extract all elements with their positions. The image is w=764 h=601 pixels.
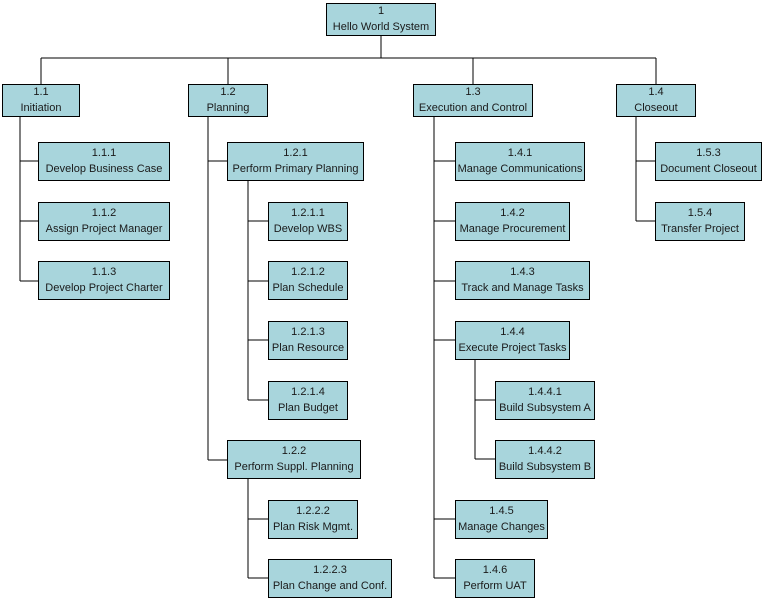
wbs-node-1-1-2[interactable]: 1.1.2 Assign Project Manager bbox=[38, 202, 170, 241]
wbs-node-id: 1 bbox=[377, 4, 385, 17]
wbs-node-1-1-1[interactable]: 1.1.1 Develop Business Case bbox=[38, 142, 170, 181]
wbs-node-label: Planning bbox=[206, 101, 250, 114]
wbs-node-label: Perform Suppl. Planning bbox=[234, 460, 354, 473]
wbs-diagram: 1 Hello World System 1.1 Initiation 1.2 Plann… bbox=[0, 0, 764, 601]
wbs-node-id: 1.4.1 bbox=[507, 146, 533, 159]
wbs-node-id: 1.2.1 bbox=[283, 146, 308, 159]
wbs-node-1-4-4[interactable]: 1.4.4 Execute Project Tasks bbox=[455, 321, 570, 360]
wbs-node-id: 1.2.1.4 bbox=[291, 385, 325, 398]
wbs-node-label: Develop Business Case bbox=[45, 162, 163, 175]
wbs-node-1-2-1[interactable]: 1.2.1 Perform Primary Planning bbox=[227, 142, 364, 181]
wbs-node-1-4-4-2[interactable]: 1.4.4.2 Build Subsystem B bbox=[495, 440, 595, 479]
wbs-node-1-2-2-2[interactable]: 1.2.2.2 Plan Risk Mgmt. bbox=[268, 500, 358, 539]
wbs-node-label: Build Subsystem B bbox=[498, 460, 592, 473]
wbs-node-1-4-4-1[interactable]: 1.4.4.1 Build Subsystem A bbox=[495, 381, 595, 420]
wbs-node-1-5-3[interactable]: 1.5.3 Document Closeout bbox=[655, 142, 762, 181]
wbs-node-id: 1.4.5 bbox=[489, 504, 514, 517]
wbs-node-label: Transfer Project bbox=[661, 222, 739, 235]
wbs-node-label: Develop Project Charter bbox=[45, 281, 163, 294]
wbs-node-label: Assign Project Manager bbox=[45, 222, 163, 235]
wbs-node-1-2-1-2[interactable]: 1.2.1.2 Plan Schedule bbox=[268, 261, 348, 300]
wbs-node-label: Closeout bbox=[634, 101, 678, 114]
wbs-node-label: Perform UAT bbox=[463, 579, 527, 592]
wbs-node-1-2-1-1[interactable]: 1.2.1.1 Develop WBS bbox=[268, 202, 348, 241]
wbs-node-1[interactable]: 1 Hello World System bbox=[326, 3, 436, 36]
wbs-node-id: 1.2 bbox=[220, 85, 236, 98]
wbs-node-id: 1.2.1.1 bbox=[291, 206, 325, 219]
wbs-node-label: Hello World System bbox=[332, 20, 430, 33]
wbs-node-id: 1.4.2 bbox=[500, 206, 525, 219]
wbs-node-1-4-6[interactable]: 1.4.6 Perform UAT bbox=[455, 559, 535, 598]
wbs-node-label: Develop WBS bbox=[273, 222, 343, 235]
wbs-node-label: Manage Communications bbox=[457, 162, 583, 175]
wbs-node-1-4-2[interactable]: 1.4.2 Manage Procurement bbox=[455, 202, 570, 241]
wbs-node-label: Manage Procurement bbox=[459, 222, 566, 235]
wbs-node-id: 1.2.2 bbox=[281, 444, 307, 457]
wbs-node-label: Execution and Control bbox=[418, 101, 528, 114]
wbs-node-label: Build Subsystem A bbox=[499, 401, 591, 414]
wbs-node-1-2-1-4[interactable]: 1.2.1.4 Plan Budget bbox=[268, 381, 348, 420]
wbs-node-id: 1.5.3 bbox=[696, 146, 721, 159]
wbs-node-id: 1.4.4 bbox=[500, 325, 525, 338]
wbs-node-1-1-3[interactable]: 1.1.3 Develop Project Charter bbox=[38, 261, 170, 300]
wbs-node-label: Plan Resource bbox=[271, 341, 345, 354]
wbs-node-id: 1.2.1.2 bbox=[291, 265, 325, 278]
wbs-node-1-2-2[interactable]: 1.2.2 Perform Suppl. Planning bbox=[227, 440, 361, 479]
wbs-node-1-3[interactable]: 1.3 Execution and Control bbox=[413, 84, 533, 117]
wbs-node-id: 1.3 bbox=[465, 85, 481, 98]
wbs-node-id: 1.4.4.1 bbox=[528, 385, 562, 398]
wbs-node-id: 1.4.4.2 bbox=[528, 444, 562, 457]
wbs-node-1-1[interactable]: 1.1 Initiation bbox=[2, 84, 80, 117]
wbs-node-label: Plan Schedule bbox=[272, 281, 344, 294]
wbs-node-id: 1.2.2.3 bbox=[313, 563, 347, 576]
wbs-node-label: Plan Budget bbox=[278, 401, 338, 414]
wbs-node-id: 1.4.6 bbox=[482, 563, 508, 576]
wbs-node-1-5-4[interactable]: 1.5.4 Transfer Project bbox=[655, 202, 745, 241]
wbs-node-1-4-1[interactable]: 1.4.1 Manage Communications bbox=[455, 142, 585, 181]
wbs-node-1-2-2-3[interactable]: 1.2.2.3 Plan Change and Conf. bbox=[268, 559, 392, 598]
wbs-node-label: Plan Risk Mgmt. bbox=[272, 520, 354, 533]
wbs-node-label: Track and Manage Tasks bbox=[461, 281, 584, 294]
wbs-node-id: 1.4 bbox=[648, 85, 664, 98]
wbs-node-id: 1.1.3 bbox=[91, 265, 117, 278]
wbs-node-1-4-5[interactable]: 1.4.5 Manage Changes bbox=[455, 500, 548, 539]
wbs-node-1-4-3[interactable]: 1.4.3 Track and Manage Tasks bbox=[455, 261, 590, 300]
wbs-node-1-2-1-3[interactable]: 1.2.1.3 Plan Resource bbox=[268, 321, 348, 360]
wbs-node-label: Initiation bbox=[20, 101, 62, 114]
wbs-node-id: 1.1.2 bbox=[91, 206, 117, 219]
wbs-node-label: Document Closeout bbox=[660, 162, 757, 175]
wbs-node-id: 1.1.1 bbox=[91, 146, 117, 159]
wbs-node-id: 1.4.3 bbox=[510, 265, 535, 278]
wbs-node-id: 1.1 bbox=[33, 85, 49, 98]
wbs-node-id: 1.2.2.2 bbox=[296, 504, 330, 517]
wbs-node-1-2[interactable]: 1.2 Planning bbox=[188, 84, 268, 117]
wbs-node-label: Plan Change and Conf. bbox=[272, 579, 388, 592]
wbs-node-1-4[interactable]: 1.4 Closeout bbox=[616, 84, 696, 117]
wbs-node-label: Execute Project Tasks bbox=[458, 341, 567, 354]
wbs-node-label: Manage Changes bbox=[458, 520, 545, 533]
wbs-node-id: 1.5.4 bbox=[687, 206, 713, 219]
wbs-node-id: 1.2.1.3 bbox=[291, 325, 325, 338]
wbs-node-label: Perform Primary Planning bbox=[232, 162, 359, 175]
